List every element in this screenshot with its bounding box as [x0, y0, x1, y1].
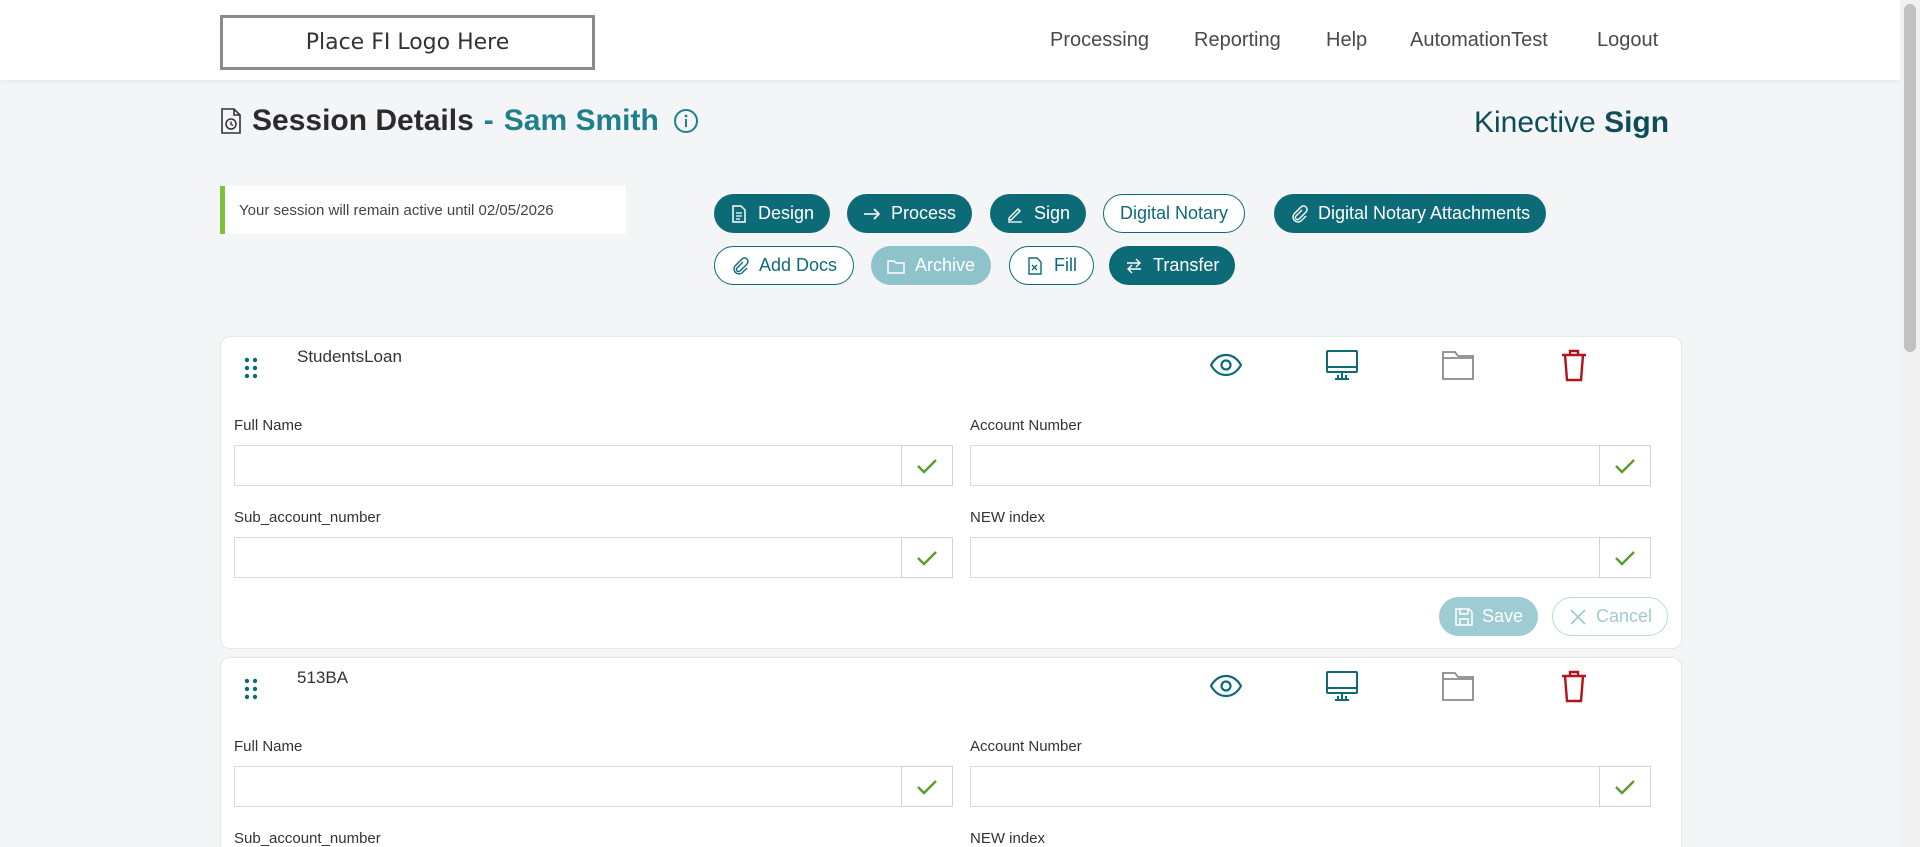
brand-light-text: Kinective: [1474, 106, 1596, 139]
document-card-513ba: 513BA Full Name Account Number Sub_accou…: [220, 657, 1682, 847]
full-name-label: Full Name: [234, 738, 303, 755]
transfer-arrows-icon: [1127, 258, 1141, 273]
checkmark-icon: [1615, 779, 1635, 795]
document-name: StudentsLoan: [297, 347, 402, 366]
digital-notary-attachments-button[interactable]: Digital Notary Attachments: [1274, 194, 1547, 233]
process-button[interactable]: Process: [847, 194, 973, 233]
sub-account-number-label: Sub_account_number: [234, 509, 381, 526]
paperclip-icon: [733, 256, 749, 275]
page-scrollbar[interactable]: [1900, 0, 1920, 847]
checkmark-icon: [917, 550, 937, 566]
checkmark-icon: [1615, 458, 1635, 474]
nav-logout[interactable]: Logout: [1597, 0, 1658, 80]
title-separator: -: [483, 104, 494, 137]
eye-icon[interactable]: [1208, 668, 1244, 704]
full-name-input[interactable]: [234, 766, 902, 807]
document-card-studentsloan: StudentsLoan Full Name Account Number Su…: [220, 336, 1682, 649]
save-button-label: Save: [1482, 606, 1524, 626]
session-expiry-note: Your session will remain active until 02…: [220, 186, 626, 234]
new-index-confirm-button[interactable]: [1599, 537, 1651, 578]
save-disk-icon: [1455, 607, 1473, 626]
add-docs-button[interactable]: Add Docs: [714, 246, 855, 285]
fi-logo-placeholder: Place FI Logo Here: [220, 15, 595, 70]
nav-automation-test[interactable]: AutomationTest: [1410, 0, 1548, 80]
transfer-button-label: Transfer: [1153, 255, 1220, 275]
document-history-icon: [221, 108, 241, 134]
document-icon: [732, 204, 746, 223]
drag-handle-icon[interactable]: [243, 677, 259, 701]
cancel-button-label: Cancel: [1596, 606, 1653, 626]
folder-icon[interactable]: [1440, 347, 1476, 383]
full-name-confirm-button[interactable]: [901, 766, 953, 807]
scrollbar-thumb[interactable]: [1904, 4, 1916, 352]
info-icon[interactable]: [673, 108, 699, 134]
account-number-confirm-button[interactable]: [1599, 766, 1651, 807]
account-number-input[interactable]: [970, 445, 1600, 486]
fill-document-icon: [1028, 256, 1042, 275]
full-name-confirm-button[interactable]: [901, 445, 953, 486]
drag-handle-icon[interactable]: [243, 356, 259, 380]
new-index-label: NEW index: [970, 830, 1046, 847]
folder-icon[interactable]: [1440, 668, 1476, 704]
trash-icon[interactable]: [1556, 668, 1592, 704]
kinective-sign-brand: Kinective Sign: [1474, 106, 1669, 140]
account-number-label: Account Number: [970, 738, 1082, 755]
digital-notary-attachments-label: Digital Notary Attachments: [1318, 203, 1531, 223]
checkmark-icon: [1615, 550, 1635, 566]
archive-button-label: Archive: [915, 255, 976, 275]
top-navigation-bar: Place FI Logo Here Processing Reporting …: [0, 0, 1900, 80]
arrow-right-icon: [864, 207, 881, 220]
eye-icon[interactable]: [1208, 347, 1244, 383]
sign-button-label: Sign: [1034, 203, 1071, 223]
process-button-label: Process: [891, 203, 957, 223]
new-index-label: NEW index: [970, 509, 1046, 526]
full-name-input[interactable]: [234, 445, 902, 486]
save-button[interactable]: Save: [1439, 597, 1539, 636]
monitor-icon[interactable]: [1324, 668, 1360, 704]
fill-button[interactable]: Fill: [1009, 246, 1094, 285]
document-name: 513BA: [297, 668, 349, 687]
archive-button[interactable]: Archive: [871, 246, 992, 285]
checkmark-icon: [917, 458, 937, 474]
design-button-label: Design: [758, 203, 815, 223]
account-number-confirm-button[interactable]: [1599, 445, 1651, 486]
design-button[interactable]: Design: [714, 194, 831, 233]
full-name-label: Full Name: [234, 417, 303, 434]
nav-reporting[interactable]: Reporting: [1194, 0, 1281, 80]
trash-icon[interactable]: [1556, 347, 1592, 383]
nav-help[interactable]: Help: [1326, 0, 1367, 80]
monitor-icon[interactable]: [1324, 347, 1360, 383]
new-index-input[interactable]: [970, 537, 1600, 578]
fill-button-label: Fill: [1054, 255, 1077, 275]
sub-account-number-input[interactable]: [234, 537, 902, 578]
folder-icon: [887, 259, 905, 274]
checkmark-icon: [917, 779, 937, 795]
account-number-label: Account Number: [970, 417, 1082, 434]
paperclip-icon: [1292, 204, 1308, 223]
nav-processing[interactable]: Processing: [1050, 0, 1149, 80]
cancel-button[interactable]: Cancel: [1552, 597, 1669, 636]
page-title: Session Details: [252, 104, 474, 137]
sub-account-number-label: Sub_account_number: [234, 830, 381, 847]
sign-button[interactable]: Sign: [990, 194, 1087, 233]
page-title-row: Session Details - Sam Smith: [220, 104, 699, 138]
digital-notary-button-label: Digital Notary: [1120, 203, 1229, 223]
session-user-name: Sam Smith: [503, 104, 659, 137]
digital-notary-button[interactable]: Digital Notary: [1103, 194, 1246, 233]
brand-bold-text: Sign: [1604, 106, 1670, 139]
account-number-input[interactable]: [970, 766, 1600, 807]
sub-account-number-confirm-button[interactable]: [901, 537, 953, 578]
add-docs-button-label: Add Docs: [759, 255, 838, 275]
close-icon: [1570, 608, 1586, 625]
transfer-button[interactable]: Transfer: [1109, 246, 1236, 285]
pen-icon: [1008, 207, 1022, 223]
